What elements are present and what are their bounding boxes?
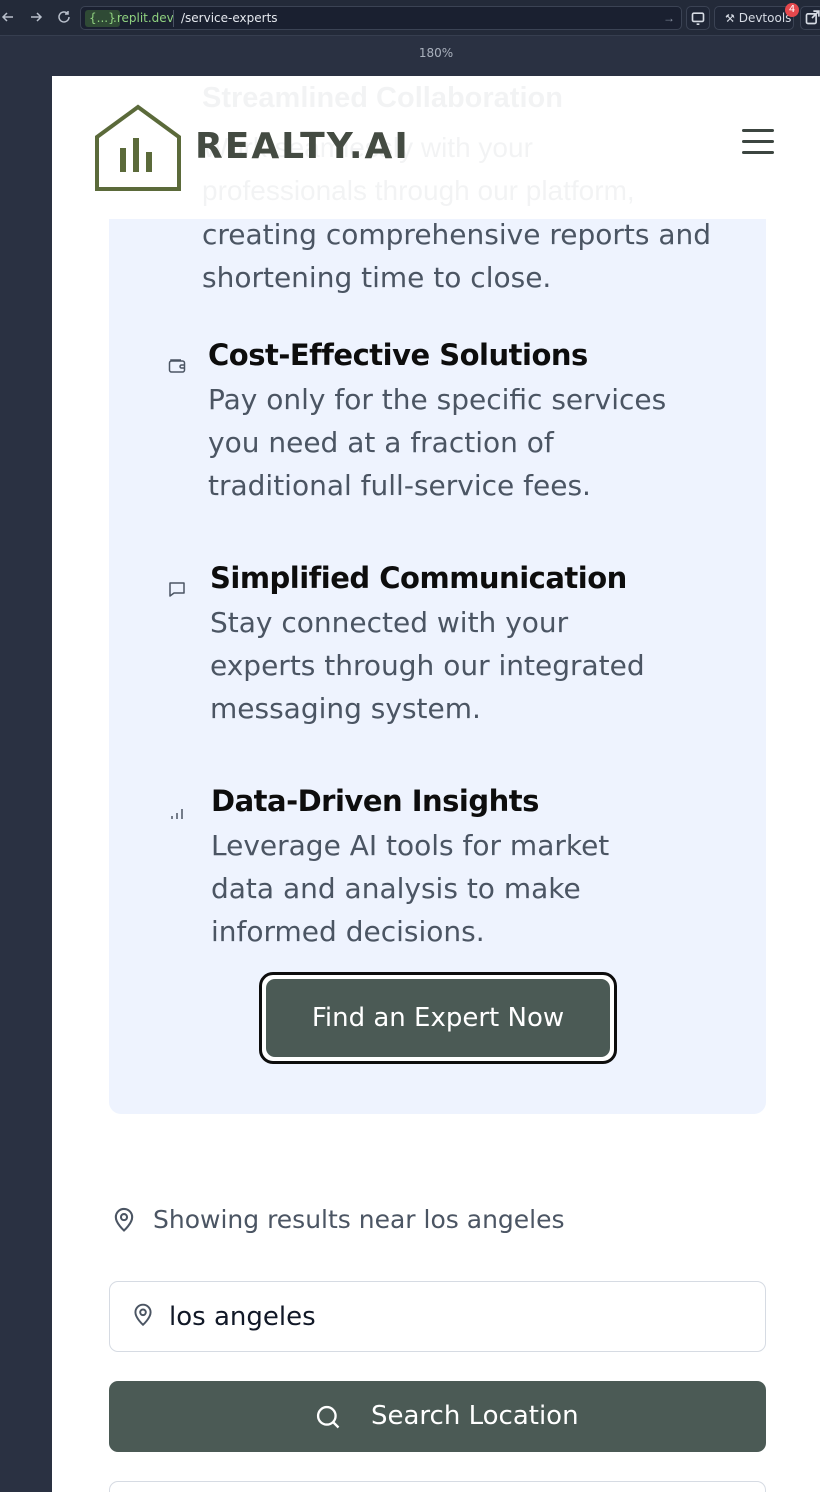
feature-description: Leverage AI tools for market data and an… [211, 829, 610, 948]
feature-title: Data-Driven Insights [211, 784, 539, 818]
map-pin-icon [110, 1206, 138, 1234]
bar-chart-icon [167, 803, 187, 823]
wallet-icon [167, 356, 187, 376]
ghost-line: professionals through our platform, [202, 175, 635, 206]
url-domain: .replit.dev [113, 11, 174, 25]
filter-field[interactable] [109, 1481, 766, 1492]
message-square-icon [167, 579, 187, 599]
cta-focus-ring: Find an Expert Now [259, 972, 617, 1064]
ghost-heading: Streamlined Collaboration [202, 82, 563, 114]
search-icon [314, 1403, 342, 1431]
feature-title: Cost-Effective Solutions [208, 338, 588, 372]
feature-description: Stay connected with your experts through… [210, 606, 645, 725]
go-arrow-icon[interactable]: → [663, 10, 675, 27]
hamburger-menu-icon[interactable] [740, 126, 776, 158]
site-header: Streamlined Collaboration Work seamlessl… [52, 76, 820, 219]
feature-title: Simplified Communication [210, 561, 627, 595]
open-new-window-button[interactable] [800, 6, 820, 30]
forward-arrow-icon[interactable] [28, 9, 44, 25]
devtools-button[interactable]: ⚒ Devtools 4 [714, 3, 799, 30]
feature-description: Pay only for the specific services you n… [208, 383, 667, 502]
logo-house-icon[interactable] [94, 104, 182, 192]
map-pin-icon [130, 1302, 156, 1328]
location-input[interactable]: los angeles [109, 1281, 766, 1352]
external-link-icon [805, 10, 820, 25]
features-card: creating comprehensive reports and short… [109, 196, 766, 1114]
zoom-indicator: 180% [418, 46, 454, 60]
url-divider [173, 10, 174, 27]
back-arrow-icon[interactable] [0, 9, 16, 25]
url-path[interactable]: /service-experts [181, 10, 278, 27]
search-location-label: Search Location [371, 1401, 579, 1431]
device-toggle-button[interactable] [686, 6, 710, 30]
monitor-icon [691, 12, 705, 26]
url-bar[interactable]: {...} .replit.dev /service-experts → [80, 6, 682, 30]
devtools-error-count: 4 [785, 3, 799, 17]
location-input-value[interactable]: los angeles [169, 1282, 316, 1353]
browser-toolbar: {...} .replit.dev /service-experts → ⚒ D… [0, 0, 820, 36]
feature-description: creating comprehensive reports and short… [202, 218, 712, 294]
brand-logo-text[interactable]: REALTY.AI [195, 126, 410, 167]
page-viewport: Streamlined Collaboration Work seamlessl… [52, 76, 820, 1492]
wrench-icon: ⚒ [725, 12, 735, 25]
search-location-button[interactable]: Search Location [109, 1381, 766, 1452]
devtools-label: Devtools [738, 11, 792, 25]
results-location-text: Showing results near los angeles [153, 1205, 565, 1234]
find-expert-button[interactable]: Find an Expert Now [266, 979, 610, 1057]
reload-icon[interactable] [56, 9, 72, 25]
